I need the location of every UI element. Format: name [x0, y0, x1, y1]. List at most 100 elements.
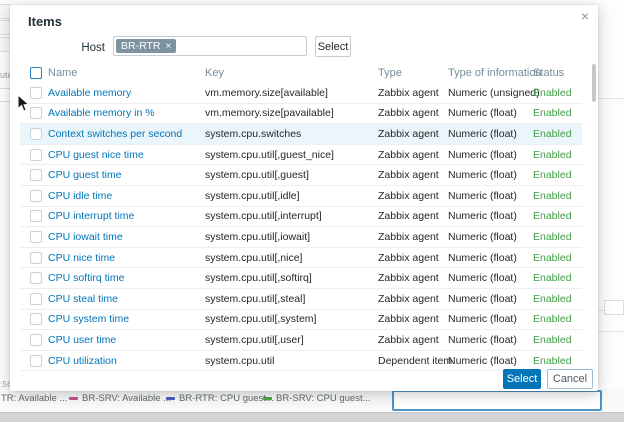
item-type: Zabbix agent — [378, 149, 439, 161]
table-row[interactable]: CPU steal time system.cpu.util[,steal] Z… — [20, 289, 582, 310]
table-row[interactable]: CPU utilization system.cpu.util Dependen… — [20, 351, 582, 372]
item-type: Dependent item — [378, 355, 452, 367]
column-header-info: Type of information — [448, 67, 542, 79]
item-status: Enabled — [533, 149, 572, 161]
background-line — [598, 331, 624, 332]
item-key: system.cpu.util[,softirq] — [205, 272, 312, 284]
item-name-link[interactable]: Available memory in % — [48, 107, 155, 119]
scrollbar-thumb[interactable] — [592, 64, 596, 102]
item-name-link[interactable]: CPU iowait time — [48, 231, 123, 243]
table-row[interactable]: CPU softirq time system.cpu.util[,softir… — [20, 268, 582, 289]
column-header-name[interactable]: Name — [48, 67, 77, 79]
item-key: vm.memory.size[pavailable] — [205, 107, 334, 119]
row-checkbox[interactable] — [30, 313, 42, 325]
item-info: Numeric (float) — [448, 252, 517, 264]
items-dialog: Items × Host BR-RTR× Select Name Key Typ… — [10, 5, 598, 391]
background-button-fragment — [604, 300, 624, 315]
table-row[interactable]: CPU user time system.cpu.util[,user] Zab… — [20, 330, 582, 351]
item-info: Numeric (unsigned) — [448, 87, 540, 99]
item-type: Zabbix agent — [378, 169, 439, 181]
footer-select-button[interactable]: Select — [503, 369, 541, 389]
table-row[interactable]: CPU idle time system.cpu.util[,idle] Zab… — [20, 186, 582, 207]
item-type: Zabbix agent — [378, 272, 439, 284]
item-info: Numeric (float) — [448, 293, 517, 305]
items-table-body: Available memory vm.memory.size[availabl… — [20, 83, 582, 371]
footer-cancel-button[interactable]: Cancel — [547, 369, 593, 389]
table-row[interactable]: CPU guest nice time system.cpu.util[,gue… — [20, 145, 582, 166]
chip-remove-icon[interactable]: × — [165, 41, 171, 52]
row-checkbox[interactable] — [30, 210, 42, 222]
item-name-link[interactable]: CPU nice time — [48, 252, 115, 264]
item-type: Zabbix agent — [378, 87, 439, 99]
item-name-link[interactable]: Available memory — [48, 87, 131, 99]
item-key: system.cpu.util[,guest] — [205, 169, 309, 181]
table-row[interactable]: CPU system time system.cpu.util[,system]… — [20, 310, 582, 331]
item-status: Enabled — [533, 334, 572, 346]
item-info: Numeric (float) — [448, 107, 517, 119]
item-status: Enabled — [533, 169, 572, 181]
item-info: Numeric (float) — [448, 231, 517, 243]
column-header-status: Status — [533, 67, 564, 79]
table-row[interactable]: Available memory vm.memory.size[availabl… — [20, 83, 582, 104]
item-name-link[interactable]: CPU guest nice time — [48, 149, 144, 161]
host-select-button[interactable]: Select — [315, 36, 351, 57]
item-status: Enabled — [533, 128, 572, 140]
item-key: vm.memory.size[available] — [205, 87, 328, 99]
row-checkbox[interactable] — [30, 169, 42, 181]
item-name-link[interactable]: Context switches per second — [48, 128, 182, 140]
graph-legend-item: BR-SRV: Available ... — [69, 393, 171, 404]
row-checkbox[interactable] — [30, 293, 42, 305]
graph-legend-item: BR-SRV: CPU guest... — [263, 393, 371, 404]
item-type: Zabbix agent — [378, 128, 439, 140]
item-info: Numeric (float) — [448, 334, 517, 346]
row-checkbox[interactable] — [30, 252, 42, 264]
close-icon[interactable]: × — [581, 9, 589, 23]
row-checkbox[interactable] — [30, 231, 42, 243]
item-key: system.cpu.util[,guest_nice] — [205, 149, 334, 161]
select-all-checkbox[interactable] — [30, 67, 42, 79]
item-info: Numeric (float) — [448, 128, 517, 140]
item-info: Numeric (float) — [448, 313, 517, 325]
row-checkbox[interactable] — [30, 87, 42, 99]
host-chip[interactable]: BR-RTR× — [116, 39, 176, 53]
table-row[interactable]: CPU nice time system.cpu.util[,nice] Zab… — [20, 248, 582, 269]
focused-graph-frame — [392, 390, 602, 411]
host-label: Host — [60, 42, 105, 54]
table-header-row: Name Key Type Type of information Status — [20, 62, 582, 83]
background-line — [598, 98, 624, 99]
item-name-link[interactable]: CPU interrupt time — [48, 210, 134, 222]
item-status: Enabled — [533, 293, 572, 305]
item-name-link[interactable]: CPU utilization — [48, 355, 117, 367]
item-name-link[interactable]: CPU softirq time — [48, 272, 124, 284]
item-key: system.cpu.util[,user] — [205, 334, 304, 346]
item-name-link[interactable]: CPU idle time — [48, 190, 112, 202]
item-type: Zabbix agent — [378, 334, 439, 346]
item-type: Zabbix agent — [378, 313, 439, 325]
row-checkbox[interactable] — [30, 149, 42, 161]
legend-label: BR-RTR: CPU guest... — [179, 393, 274, 404]
dialog-title: Items — [28, 14, 62, 29]
item-name-link[interactable]: CPU steal time — [48, 293, 118, 305]
host-input[interactable]: BR-RTR× — [113, 36, 307, 56]
table-row[interactable]: Context switches per second system.cpu.s… — [20, 124, 582, 145]
table-row[interactable]: CPU guest time system.cpu.util[,guest] Z… — [20, 165, 582, 186]
item-info: Numeric (float) — [448, 210, 517, 222]
item-name-link[interactable]: CPU guest time — [48, 169, 122, 181]
row-checkbox[interactable] — [30, 272, 42, 284]
item-key: system.cpu.util[,steal] — [205, 293, 305, 305]
row-checkbox[interactable] — [30, 190, 42, 202]
row-checkbox[interactable] — [30, 355, 42, 367]
item-name-link[interactable]: CPU system time — [48, 313, 129, 325]
legend-label: BR-SRV: CPU guest... — [276, 393, 371, 404]
item-name-link[interactable]: CPU user time — [48, 334, 116, 346]
table-row[interactable]: CPU iowait time system.cpu.util[,iowait]… — [20, 227, 582, 248]
row-checkbox[interactable] — [30, 128, 42, 140]
item-key: system.cpu.util[,idle] — [205, 190, 300, 202]
item-info: Numeric (float) — [448, 272, 517, 284]
row-checkbox[interactable] — [30, 334, 42, 346]
table-row[interactable]: CPU interrupt time system.cpu.util[,inte… — [20, 207, 582, 228]
legend-color-dash-icon — [263, 397, 272, 400]
table-row[interactable]: Available memory in % vm.memory.size[pav… — [20, 104, 582, 125]
row-checkbox[interactable] — [30, 107, 42, 119]
legend-label: BR-SRV: Available ... — [82, 393, 171, 404]
